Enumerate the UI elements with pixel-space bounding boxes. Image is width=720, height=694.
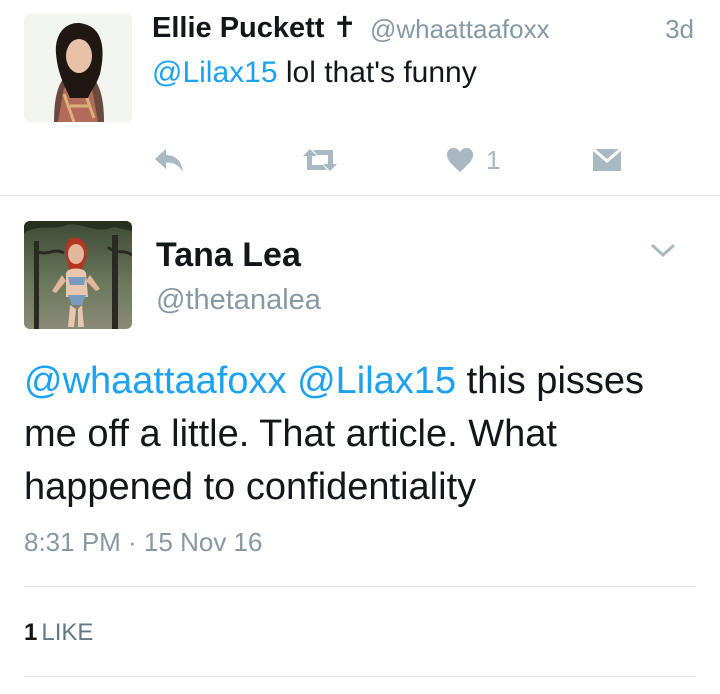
chevron-down-icon[interactable]: [648, 236, 678, 266]
mention-link-whaattaafoxx[interactable]: @whaattaafoxx: [24, 360, 287, 402]
main-tweet-handle[interactable]: @thetanalea: [156, 284, 321, 317]
likes-summary[interactable]: 1 LIKE: [24, 619, 93, 647]
previous-tweet-handle[interactable]: @whaattaafoxx: [370, 14, 550, 45]
previous-tweet-text: @Lilax15 lol that's funny: [152, 56, 477, 90]
previous-tweet-time: 3d: [665, 14, 694, 44]
message-icon[interactable]: [592, 143, 622, 177]
divider: [24, 586, 696, 587]
tana-avatar[interactable]: [24, 221, 132, 329]
previous-tweet[interactable]: Ellie Puckett ✝ @whaattaafoxx 3d @Lilax1…: [0, 0, 720, 196]
main-tweet-author-name[interactable]: Tana Lea: [156, 236, 301, 275]
divider: [24, 676, 696, 677]
heart-icon: [447, 148, 473, 172]
mention-link[interactable]: @Lilax15: [152, 56, 278, 89]
ellie-avatar[interactable]: [24, 14, 132, 122]
main-tweet-text: @whaattaafoxx @Lilax15 this pisses me of…: [24, 355, 704, 514]
likes-count: 1: [24, 619, 38, 646]
previous-tweet-actions: 1: [0, 143, 720, 177]
like-action[interactable]: 1: [446, 143, 500, 177]
mention-link-lilax15[interactable]: @Lilax15: [297, 360, 456, 402]
retweet-icon[interactable]: [302, 143, 338, 177]
likes-label: LIKE: [41, 619, 94, 646]
like-count: 1: [486, 144, 501, 175]
main-tweet-timestamp[interactable]: 8:31 PM · 15 Nov 16: [24, 527, 262, 558]
previous-tweet-body: lol that's funny: [277, 56, 477, 89]
reply-icon[interactable]: [154, 143, 184, 177]
previous-tweet-author-name[interactable]: Ellie Puckett ✝: [152, 10, 357, 45]
